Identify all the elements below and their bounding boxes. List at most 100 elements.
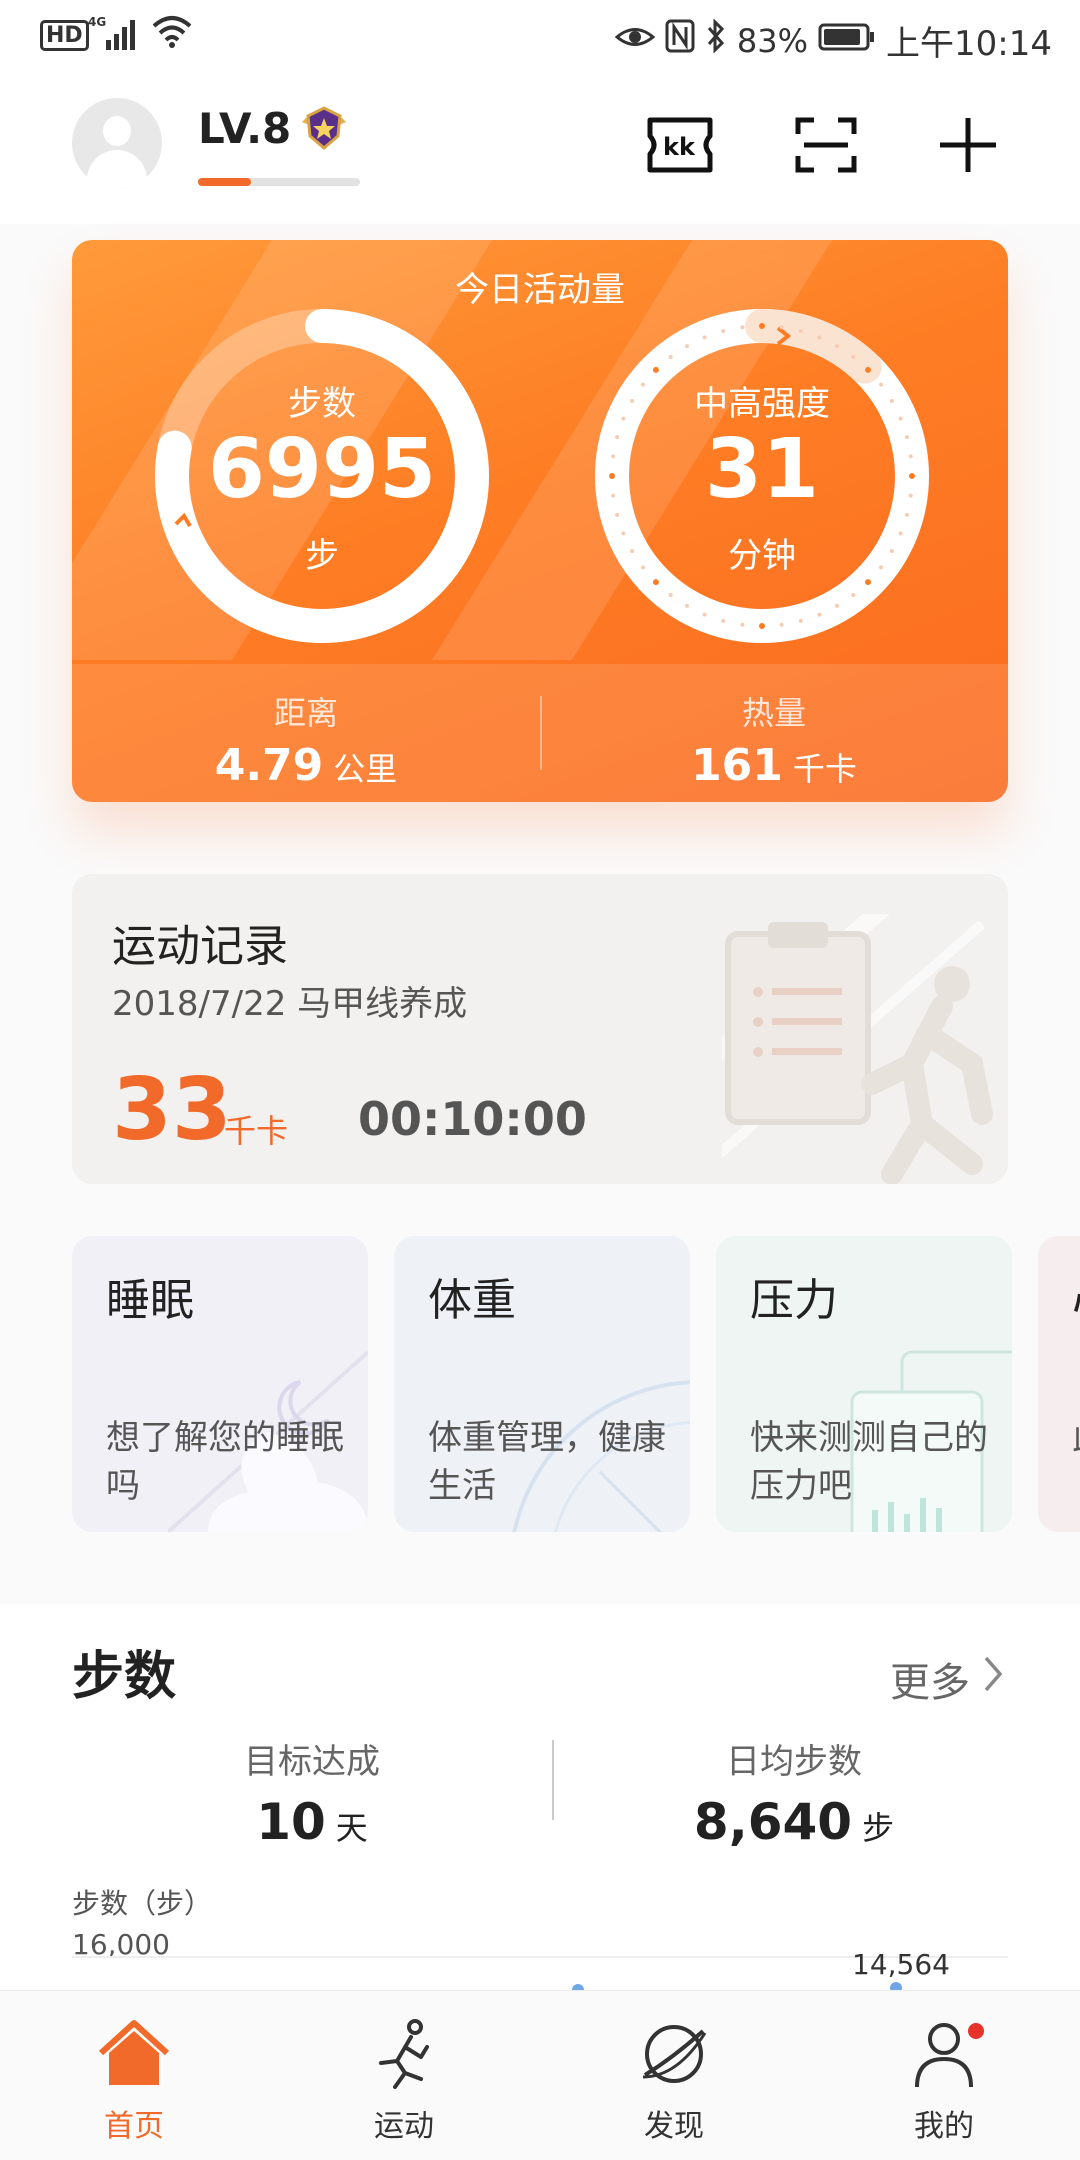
tile-sleep[interactable]: 睡眠 想了解您的睡眠吗 <box>72 1236 368 1532</box>
wifi-icon <box>150 12 194 61</box>
nav-home-label: 首页 <box>104 2109 164 2144</box>
goal-stat: 目标达成 10 天 <box>92 1734 532 1851</box>
ring-tick <box>817 612 822 617</box>
tile-heart[interactable]: 心 此看 <box>1038 1236 1080 1532</box>
intensity-ring[interactable]: 中高强度 31 分钟 <box>592 306 932 646</box>
top-bar: LV.8 kk <box>0 74 1080 224</box>
calories-value: 161 <box>691 740 783 791</box>
calories-metric: 热量 161 千卡 <box>540 688 1008 791</box>
steps-section: 步数 更多 目标达成 10 天 日均步数 8,640 步 步数（步） 16,000 … <box>0 1604 1080 1996</box>
steps-unit: 步 <box>305 536 339 576</box>
add-icon[interactable] <box>932 114 1004 176</box>
user-level[interactable]: LV.8 <box>198 104 291 153</box>
bluetooth-icon <box>705 18 727 62</box>
health-tiles: 睡眠 想了解您的睡眠吗 体重 体重管理，健康生活 压力 快来测测自己的压力吧 心… <box>72 1236 1080 1532</box>
intensity-value: 31 <box>704 422 820 517</box>
chart-axis-label: 步数（步） <box>72 1887 213 1920</box>
distance-unit: 公里 <box>333 750 398 788</box>
scan-icon[interactable] <box>790 114 862 176</box>
level-badge-icon <box>302 106 346 150</box>
kk-card-icon[interactable]: kk <box>644 114 716 176</box>
record-title: 运动记录 <box>112 921 288 972</box>
ring-tick <box>779 325 784 330</box>
nav-me-label: 我的 <box>914 2109 974 2144</box>
distance-metric: 距离 4.79 公里 <box>72 688 540 791</box>
intensity-unit: 分钟 <box>728 536 796 576</box>
tile-sleep-title: 睡眠 <box>106 1275 194 1326</box>
tile-heart-desc: 此看 <box>1072 1414 1080 1462</box>
ring-tick <box>702 612 707 617</box>
goal-unit: 天 <box>335 1809 368 1847</box>
steps-value: 6995 <box>207 422 437 517</box>
more-link[interactable]: 更多 <box>890 1650 970 1708</box>
notification-dot <box>968 2023 984 2039</box>
ring-tick <box>835 603 839 608</box>
avatar-head <box>103 116 131 146</box>
battery-percent: 83% <box>736 21 809 60</box>
distance-label: 距离 <box>273 694 338 732</box>
tile-heart-title: 心 <box>1072 1264 1080 1328</box>
avg-steps-stat: 日均步数 8,640 步 <box>574 1734 1014 1851</box>
avg-value: 8,640 <box>693 1793 853 1851</box>
stat-divider <box>552 1740 554 1820</box>
steps-label: 步数 <box>288 384 356 424</box>
ring-tick <box>851 593 856 598</box>
ring-tick <box>685 344 689 349</box>
level-progress-fill <box>198 178 252 186</box>
chevron-right-icon[interactable] <box>982 1654 1004 1694</box>
ring-tick <box>851 354 856 359</box>
ring-tick <box>865 579 872 586</box>
avg-label: 日均步数 <box>726 1742 862 1782</box>
intensity-label: 中高强度 <box>694 384 830 424</box>
avatar-shoulders <box>87 150 147 188</box>
activity-title: 今日活动量 <box>455 270 625 310</box>
tile-stress-title: 压力 <box>750 1275 838 1326</box>
record-duration: 00:10:00 <box>358 1092 587 1146</box>
ring-tick <box>779 622 784 627</box>
nav-discover-label: 发现 <box>644 2109 704 2144</box>
steps-section-title: 步数 <box>72 1647 177 1707</box>
tile-weight[interactable]: 体重 体重管理，健康生活 <box>394 1236 690 1532</box>
calories-unit: 千卡 <box>792 750 857 788</box>
goal-label: 目标达成 <box>244 1742 380 1782</box>
ring-tick <box>652 579 659 586</box>
record-calories-unit: 千卡 <box>224 1112 289 1150</box>
ring-tick <box>668 593 673 598</box>
home-icon <box>98 2020 170 2085</box>
distance-value: 4.79 <box>214 740 324 791</box>
ring-tick <box>817 335 822 340</box>
goal-value: 10 <box>256 1793 326 1851</box>
ring-tick <box>835 344 839 349</box>
nav-discover[interactable]: 发现 <box>574 2017 774 2145</box>
ring-tick <box>668 354 673 359</box>
status-right: 83% 上午10:14 <box>614 16 1052 65</box>
ring-tick <box>702 335 707 340</box>
calories-label: 热量 <box>741 694 806 732</box>
hd-indicator: HD <box>40 20 89 51</box>
ring-tick <box>685 603 689 608</box>
exercise-record-card[interactable]: 运动记录 2018/7/22 马甲线养成 33 千卡 00:10:00 <box>72 874 1008 1184</box>
discover-icon <box>642 2025 707 2083</box>
nav-home[interactable]: 首页 <box>34 2017 234 2145</box>
ring-tick <box>740 622 745 627</box>
status-bar: HD 4G 83% 上午10:14 <box>0 0 1080 74</box>
tile-stress[interactable]: 压力 快来测测自己的压力吧 <box>716 1236 1012 1532</box>
eye-comfort-icon <box>614 21 656 61</box>
steps-ring[interactable]: 步数 6995 步 <box>152 306 492 646</box>
battery-icon <box>818 21 876 61</box>
ring-tick <box>740 325 745 330</box>
activity-metrics: 距离 4.79 公里 热量 161 千卡 <box>72 664 1008 802</box>
signal-icon: 4G <box>88 14 144 63</box>
ring-tick <box>759 623 765 629</box>
ring-tick <box>721 618 726 623</box>
nav-sport[interactable]: 运动 <box>304 2017 504 2145</box>
avatar[interactable] <box>72 98 162 188</box>
tile-stress-desc: 快来测测自己的压力吧 <box>750 1418 988 1506</box>
activity-card[interactable]: 今日活动量 步数 6995 步 中高强度 31 分钟 距离 4.79 公里 热量 … <box>72 240 1008 802</box>
svg-text:4G: 4G <box>88 15 106 29</box>
clipboard-runner-icon <box>722 914 993 1184</box>
bottom-nav: 首页 运动 发现 我的 <box>0 1990 1080 2160</box>
running-icon <box>379 2019 429 2089</box>
nav-me[interactable]: 我的 <box>844 2017 1044 2145</box>
ring-tick <box>798 618 803 623</box>
